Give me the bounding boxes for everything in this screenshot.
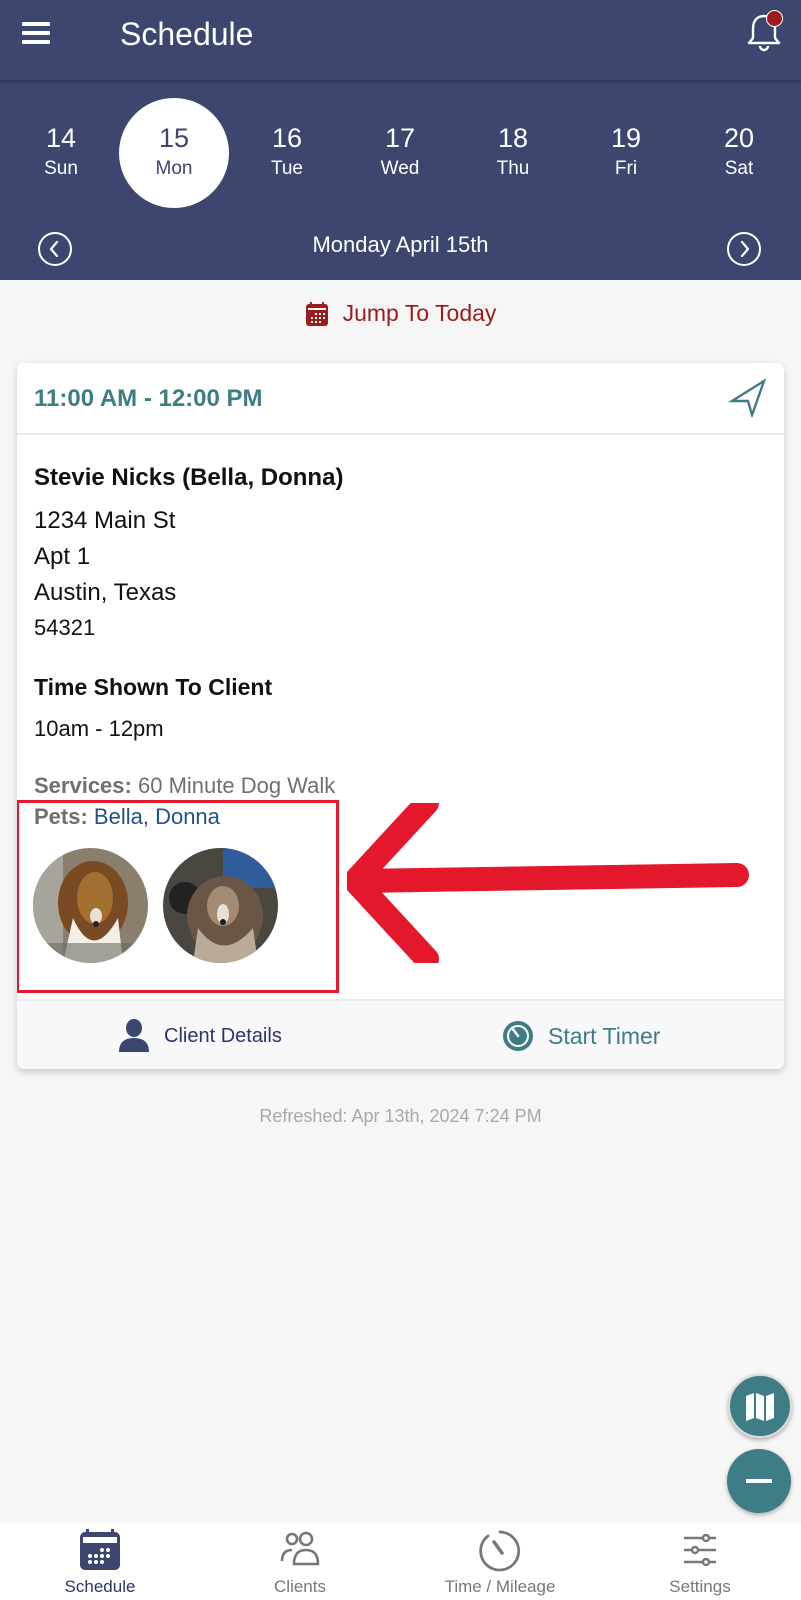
address-line2: Apt 1 — [34, 543, 91, 570]
address-city-state: Austin, Texas — [34, 579, 177, 606]
day-of-week: Mon — [155, 158, 193, 179]
calendar-icon — [305, 301, 328, 326]
tab-time-mileage[interactable]: Time / Mileage — [400, 1523, 600, 1600]
visit-card-actions: Client Details Start Timer — [17, 999, 784, 1069]
sliders-icon — [684, 1533, 716, 1567]
day-number: 15 — [158, 123, 190, 153]
day-of-week: Thu — [496, 158, 530, 179]
chevron-left-circle-icon[interactable] — [38, 232, 72, 266]
people-icon — [280, 1531, 320, 1566]
day-wed[interactable]: 17 Wed — [345, 98, 455, 208]
day-number: 16 — [271, 123, 303, 153]
day-of-week: Tue — [270, 158, 304, 179]
day-of-week: Sun — [44, 158, 78, 179]
client-name: Stevie Nicks (Bella, Donna) — [34, 464, 344, 491]
stopwatch-icon — [479, 1530, 521, 1572]
tab-label: Clients — [274, 1577, 326, 1596]
address-line1: 1234 Main St — [34, 507, 176, 534]
visit-time-range: 11:00 AM - 12:00 PM — [34, 385, 263, 412]
tab-label: Settings — [669, 1577, 731, 1596]
map-button[interactable] — [728, 1374, 792, 1438]
tab-schedule[interactable]: Schedule — [0, 1523, 200, 1600]
calendar-icon — [80, 1529, 120, 1570]
time-shown-label: Time Shown To Client — [34, 674, 273, 700]
minus-icon — [746, 1479, 772, 1483]
tab-label: Schedule — [64, 1577, 136, 1596]
collapse-fab-button[interactable] — [727, 1449, 791, 1513]
services-row: Services: 60 Minute Dog Walk — [34, 773, 335, 799]
client-details-label: Client Details — [164, 1024, 282, 1047]
person-icon — [119, 1019, 149, 1052]
notification-badge — [766, 10, 783, 27]
services-label: Services: — [34, 773, 132, 798]
hamburger-menu-icon[interactable] — [22, 22, 50, 46]
selected-date-label: Monday April 15th — [312, 232, 489, 257]
day-fri[interactable]: 19 Fri — [571, 98, 681, 208]
jump-to-today-button[interactable]: Jump To Today — [0, 300, 801, 332]
day-number: 19 — [610, 123, 642, 153]
annotation-arrow-icon — [347, 803, 749, 963]
stopwatch-icon — [503, 1021, 533, 1051]
tab-settings[interactable]: Settings — [600, 1523, 800, 1600]
tab-clients[interactable]: Clients — [200, 1523, 400, 1600]
day-of-week: Fri — [614, 158, 638, 179]
day-number: 18 — [497, 123, 529, 153]
services-value: 60 Minute Dog Walk — [137, 773, 336, 798]
bottom-navigation: Schedule Clients Time / Mileage Settings — [0, 1523, 801, 1600]
day-tue[interactable]: 16 Tue — [232, 98, 342, 208]
day-number: 20 — [723, 123, 755, 153]
start-timer-label: Start Timer — [548, 1022, 661, 1049]
visit-card-header: 11:00 AM - 12:00 PM — [17, 363, 784, 435]
annotation-highlight-box — [17, 800, 339, 993]
day-number: 17 — [384, 123, 416, 153]
address-zip: 54321 — [34, 615, 96, 640]
client-details-button[interactable]: Client Details — [118, 1001, 282, 1069]
time-shown-value: 10am - 12pm — [34, 716, 164, 741]
navigation-arrow-icon[interactable] — [728, 377, 768, 417]
day-thu[interactable]: 18 Thu — [458, 98, 568, 208]
day-mon[interactable]: 15 Mon — [119, 98, 229, 208]
day-number: 14 — [45, 123, 77, 153]
page-title: Schedule — [120, 16, 254, 52]
app-bar: Schedule — [0, 0, 801, 80]
week-selector: 14 Sun 15 Mon 16 Tue 17 Wed 18 Thu 19 Fri 20 Sa… — [0, 80, 801, 280]
tab-label: Time / Mileage — [444, 1577, 556, 1596]
map-icon — [746, 1393, 774, 1421]
chevron-right-circle-icon[interactable] — [727, 232, 761, 266]
day-sun[interactable]: 14 Sun — [6, 98, 116, 208]
visit-card[interactable]: 11:00 AM - 12:00 PM Stevie Nicks (Bella,… — [17, 363, 784, 1069]
jump-to-today-label: Jump To Today — [342, 300, 497, 326]
day-of-week: Wed — [380, 158, 420, 179]
day-of-week: Sat — [724, 158, 754, 179]
day-sat[interactable]: 20 Sat — [684, 98, 794, 208]
start-timer-button[interactable]: Start Timer — [502, 1001, 660, 1069]
refreshed-timestamp: Refreshed: Apr 13th, 2024 7:24 PM — [259, 1106, 542, 1126]
